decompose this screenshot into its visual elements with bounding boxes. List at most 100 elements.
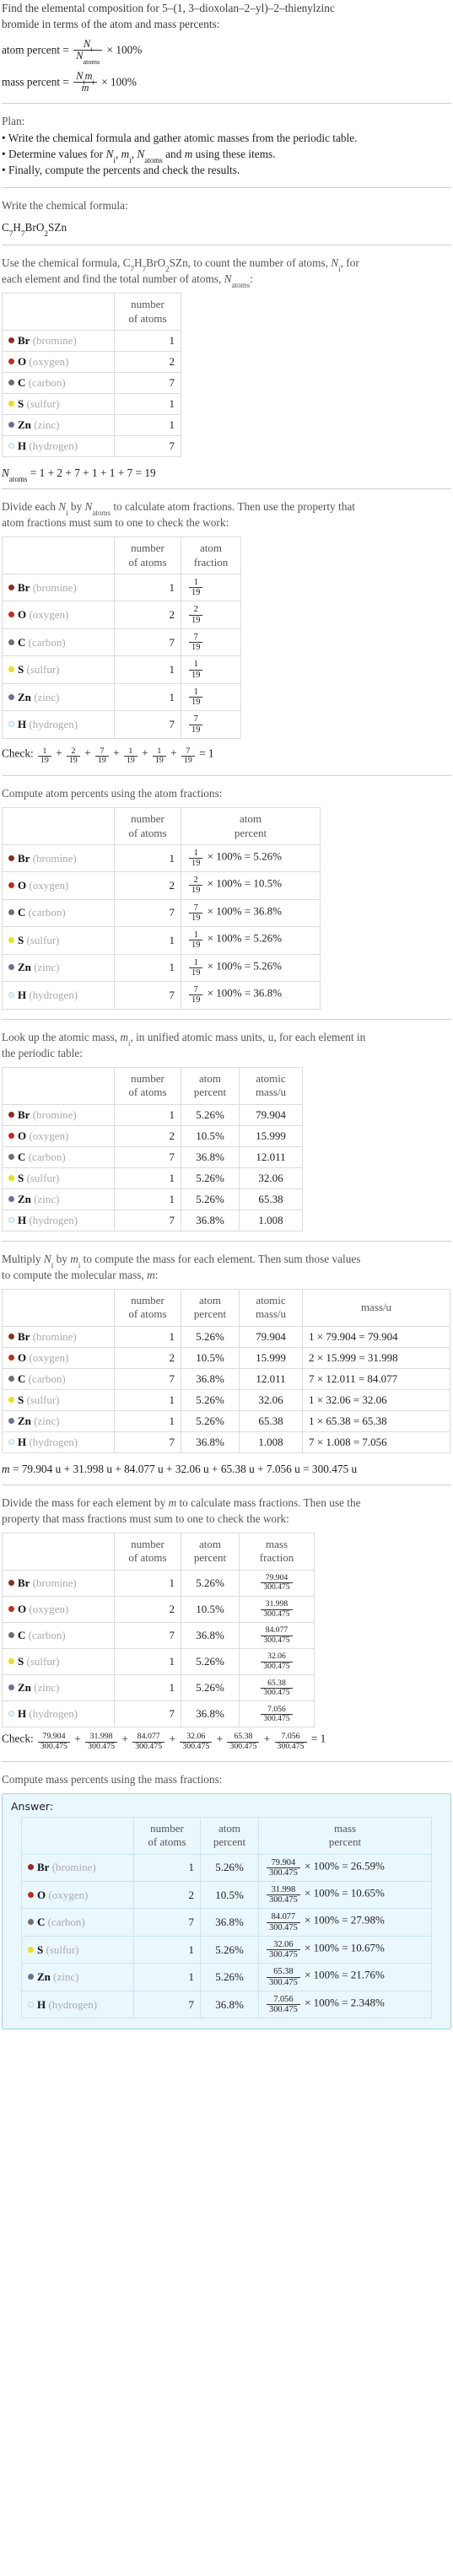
atom-fraction-cell: 1 19	[181, 573, 241, 602]
atom-percent-cell: 1 19 × 100% = 5.26%	[181, 926, 321, 955]
fraction-numerator: 2	[189, 605, 203, 616]
fraction-denominator: 19	[191, 886, 201, 896]
fraction-denominator: 300.475	[135, 1742, 163, 1752]
fraction-denominator: 300.475	[269, 1922, 298, 1932]
table-row: C (carbon) 7 36.8% 12.011	[2, 1145, 303, 1168]
element-cell: H (hydrogen)	[21, 1990, 134, 2019]
element-symbol: H	[18, 988, 27, 1001]
fraction-denominator: 300.475	[263, 1609, 290, 1619]
table-row: H (hydrogen) 7	[2, 434, 181, 457]
molecular-mass-value: = 79.904 u + 31.998 u + 84.077 u + 32.06…	[12, 1462, 358, 1475]
header-atom-fraction: atom fraction	[181, 536, 241, 574]
divider	[2, 1760, 451, 1762]
atom-count-cell: 1	[114, 682, 181, 712]
element-name: (oxygen)	[48, 1888, 89, 1901]
fraction: 1 19	[38, 746, 51, 766]
header-number-line2: of atoms	[128, 1551, 167, 1565]
atom-count-cell: 1	[114, 1409, 181, 1432]
fraction-denominator: 19	[126, 756, 135, 766]
table-row: O (oxygen) 2 10.5% 31.998 300.475 × 100% = 1…	[21, 1880, 432, 1910]
atom-percent-cell: 7 19 × 100% = 36.8%	[181, 981, 321, 1010]
mass-percent-numerator-m-sub: i	[92, 78, 94, 86]
fraction: 7.056 300.475	[267, 1995, 300, 2014]
header-element	[2, 536, 115, 574]
element-symbol: H	[18, 439, 27, 452]
header-atom-percent: atom percent	[181, 1289, 240, 1327]
atom-percent-expression: × 100% = 36.8%	[207, 986, 282, 1000]
table-row: C (carbon) 7 36.8% 84.077 300.475	[2, 1621, 315, 1650]
element-name: (oxygen)	[29, 1350, 69, 1364]
element-symbol: Br	[18, 1329, 30, 1343]
element-symbol: Br	[18, 580, 30, 594]
fraction-numerator: 7	[189, 903, 203, 913]
header-number-of-atoms: number of atoms	[114, 293, 181, 331]
header-number-line2: of atoms	[128, 311, 167, 325]
element-symbol: C	[18, 375, 26, 389]
atom-fraction-check: Check: 1 19 + 2 19 + 7 19 + 1 19 + 1 19 + 7 19…	[2, 746, 451, 766]
atom-percent-cell: 5.26%	[181, 1388, 240, 1411]
element-cell: C (carbon)	[2, 898, 115, 928]
element-cell: O (oxygen)	[2, 1124, 115, 1147]
header-number-of-atoms: number of atoms	[114, 807, 181, 845]
atom-fraction-cell: 2 19	[181, 601, 241, 629]
table-row: H (hydrogen) 7 36.8% 1.008	[2, 1209, 303, 1231]
fraction-denominator: 19	[191, 698, 201, 708]
fraction-denominator: 300.475	[277, 1742, 305, 1752]
element-cell: Zn (zinc)	[2, 1188, 115, 1210]
element-symbol: H	[37, 1997, 46, 2011]
header-number-of-atoms: number of atoms	[114, 1289, 181, 1327]
atom-count-cell: 1	[114, 1674, 181, 1702]
divider	[2, 187, 451, 189]
element-name: (sulfur)	[26, 1171, 60, 1184]
atomic-mass-section: Look up the atomic mass, mi, in unified …	[2, 1029, 451, 1231]
fraction: 7 19	[189, 985, 203, 1005]
mass-percent-tail: × 100%	[101, 75, 137, 89]
header-atom-fraction-line2: fraction	[193, 555, 229, 569]
mass-fraction-cell: 79.904 300.475	[239, 1569, 315, 1597]
table-row: O (oxygen) 2	[2, 350, 181, 373]
element-symbol: O	[18, 608, 27, 622]
solution-page: Find the elemental composition for 5–(1,…	[0, 0, 453, 2030]
atomic-mass-cell: 79.904	[239, 1325, 303, 1348]
mass-percent-expression: × 100% = 27.98%	[305, 1913, 385, 1927]
table-row: H (hydrogen) 7 36.8% 1.008 7 × 1.008 = 7.056	[2, 1431, 450, 1453]
mass-expression-cell: 7 × 12.011 = 84.077	[302, 1367, 450, 1390]
table-row: O (oxygen) 2 2 19	[2, 601, 241, 629]
plus-sign: +	[56, 746, 62, 760]
header-atomic-mass-line1: atomic	[256, 1294, 286, 1307]
atom-count-cell: 2	[114, 601, 181, 629]
atom-count-cell: 1	[114, 1569, 181, 1597]
atom-count-cell: 1	[114, 1325, 181, 1348]
element-symbol: O	[18, 1602, 27, 1615]
fraction-denominator: 300.475	[263, 1582, 290, 1592]
fraction-numerator: 31.998	[261, 1599, 293, 1610]
element-color-dot	[8, 1711, 14, 1717]
fraction-numerator: 1	[189, 958, 203, 968]
header-atom-fraction-line1: atom	[200, 542, 222, 555]
fraction: 31.998 300.475	[267, 1885, 300, 1905]
element-symbol: S	[18, 1655, 24, 1668]
atom-percent-section: Compute atom percents using the atom fra…	[2, 785, 451, 1010]
element-cell: Zn (zinc)	[2, 413, 115, 436]
table-row: Zn (zinc) 1 1 19 × 100% = 5.26%	[2, 953, 321, 983]
element-name: (oxygen)	[29, 354, 69, 368]
fraction-denominator: 19	[191, 643, 201, 653]
atom-count-cell: 2	[114, 1595, 181, 1623]
chemical-formula: C7H7BrO2SZn	[2, 220, 67, 238]
fraction: 65.38 300.475	[267, 1967, 300, 1987]
element-color-dot	[28, 1919, 34, 1926]
header-atom-percent-line2: percent	[193, 1551, 227, 1565]
table-header-row: number of atoms atom fraction	[2, 536, 241, 574]
atom-percent-cell: 1 19 × 100% = 5.26%	[181, 843, 321, 873]
table-header-row: number of atoms atom percent	[2, 807, 321, 845]
atom-count-cell: 1	[114, 1648, 181, 1676]
atom-percent-expression: × 100% = 5.26%	[207, 849, 282, 863]
atom-count-cell: 1	[114, 843, 181, 873]
table-row: Br (bromine) 1 5.26% 79.904 1 × 79.904 = 79.…	[2, 1325, 450, 1348]
table-row: Zn (zinc) 1 5.26% 65.38 300.475 × 100% = 21.…	[21, 1963, 432, 1991]
element-cell: O (oxygen)	[2, 1595, 115, 1623]
atomic-mass-cell: 1.008	[239, 1431, 303, 1453]
atom-percent-body: Br (bromine) 1 1 19 × 100% = 5.26% O (oxygen…	[2, 843, 321, 1010]
mass-expression-cell: 7 × 1.008 = 7.056	[302, 1431, 450, 1453]
atom-percent-cell: 10.5%	[200, 1880, 259, 1910]
